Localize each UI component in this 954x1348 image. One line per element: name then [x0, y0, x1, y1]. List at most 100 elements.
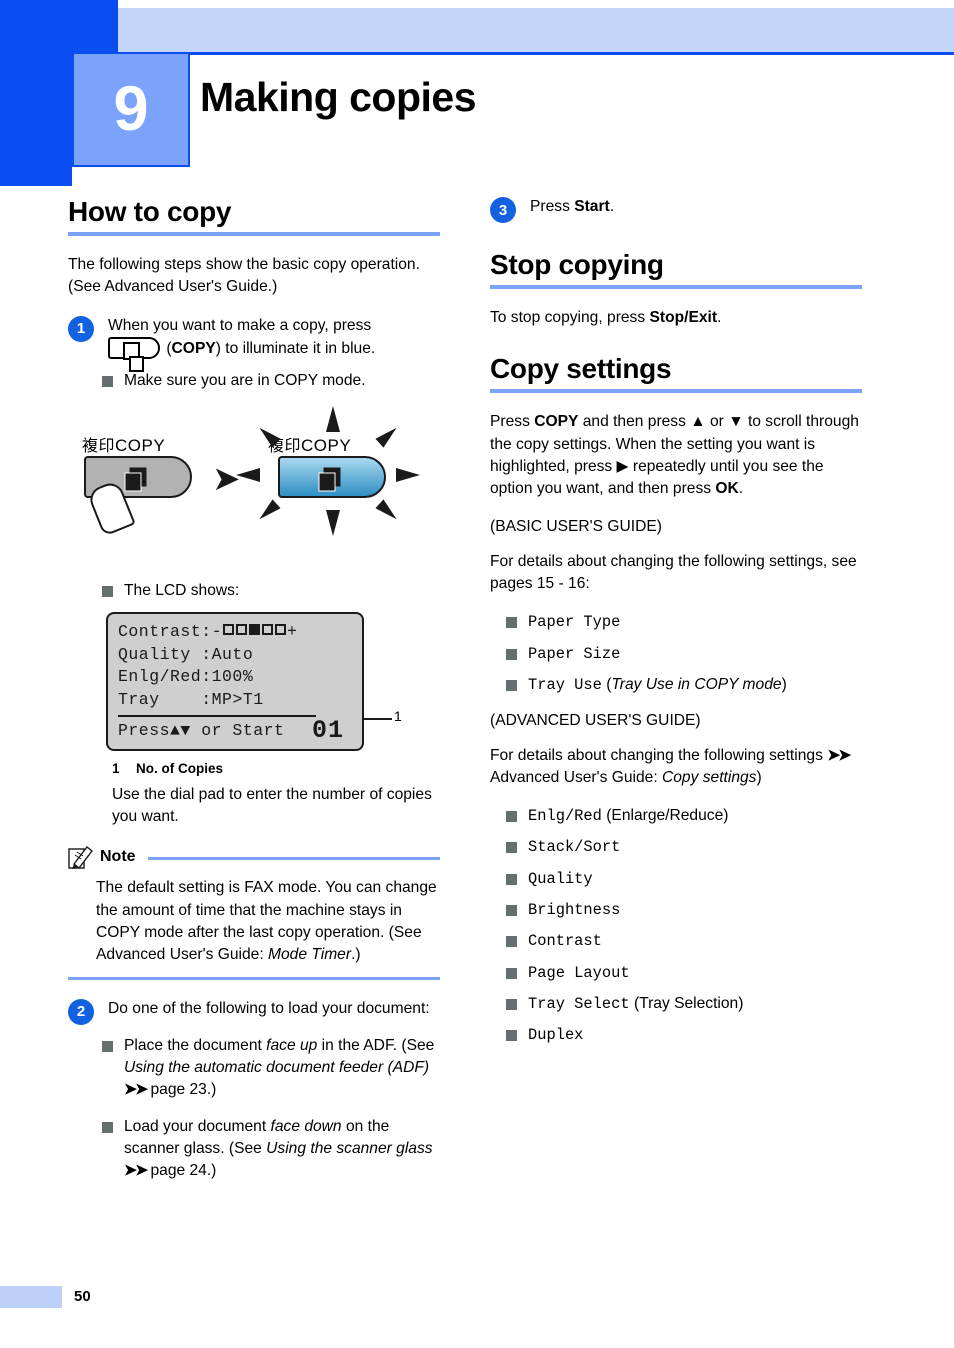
chapter-number: 9 — [113, 74, 149, 144]
step-1-text-before: When you want to make a copy, press — [108, 316, 372, 334]
advanced-item-text: Contrast — [528, 930, 862, 952]
adf-i1: face up — [266, 1036, 318, 1054]
figure-caption: 1 No. of Copies — [112, 761, 440, 776]
note-bottom-rule — [68, 977, 440, 980]
step-2: 2 Do one of the following to load your d… — [68, 998, 440, 1025]
square-bullet-icon — [506, 1030, 517, 1042]
contrast-box-filled — [249, 623, 261, 635]
header-light-band — [118, 8, 954, 52]
advanced-item-text: Tray Select (Tray Selection) — [528, 993, 862, 1015]
step-1: 1 When you want to make a copy, press (C… — [68, 315, 440, 372]
stop-body: To stop copying, press Stop/Exit. — [490, 307, 862, 329]
lcd-contrast-minus: - — [211, 621, 223, 641]
page-footer: 50 — [0, 1286, 954, 1310]
square-bullet-icon — [506, 936, 517, 948]
note-body: The default setting is FAX mode. You can… — [96, 877, 440, 966]
copy-button-active — [278, 456, 386, 499]
stop-bold: Stop/Exit — [649, 309, 718, 326]
contrast-box — [275, 623, 287, 635]
glow-ray-icon — [236, 468, 260, 483]
lcd-contrast-label: Contrast: — [118, 621, 212, 641]
step-3-badge: 3 — [490, 197, 516, 223]
note-title: Note — [100, 848, 136, 866]
right-column: 3 Press Start. Stop copying To stop copy… — [490, 196, 862, 1056]
contrast-box — [236, 623, 248, 635]
double-arrow-icon: ➤➤ — [827, 746, 851, 764]
basic-item-mono: Paper Size — [528, 644, 621, 663]
square-bullet-icon — [506, 648, 517, 660]
step-1-text-after: ) to illuminate it in blue. — [215, 339, 376, 357]
advanced-item-text: Enlg/Red (Enlarge/Reduce) — [528, 805, 862, 827]
advanced-item-mono: Brightness — [528, 901, 621, 920]
adv-italic: Copy settings — [662, 768, 757, 786]
advanced-item: Duplex — [490, 1024, 862, 1046]
basic-item: Paper Type — [490, 611, 862, 633]
step-3-text: Press Start. — [530, 196, 862, 223]
lcd-line-enlg-red: Enlg/Red:100% — [118, 667, 254, 687]
basic-item-mono: Tray Use — [528, 675, 602, 694]
figure-caption-number: 1 — [112, 760, 120, 776]
glow-ray-icon — [375, 423, 401, 449]
glow-ray-icon — [326, 510, 340, 537]
advanced-item-mono: Duplex — [528, 1026, 584, 1045]
callout-leader-line — [364, 717, 392, 720]
advanced-item-mono: Page Layout — [528, 963, 630, 982]
adf-i2: Using the automatic document feeder (ADF… — [124, 1059, 430, 1077]
basic-item-paren-close: ) — [781, 675, 787, 693]
step-2-bullet-adf: Place the document face up in the ADF. (… — [68, 1035, 440, 1102]
document-icon — [124, 467, 147, 492]
heading-copy-settings: Copy settings — [490, 353, 672, 385]
square-bullet-icon — [506, 873, 517, 885]
advanced-item-plain: (Tray Selection) — [629, 994, 744, 1012]
glass-a: Load your document — [124, 1117, 271, 1135]
caption-body: Use the dial pad to enter the number of … — [112, 785, 432, 825]
cs-a: Press — [490, 413, 535, 431]
glow-ray-icon — [396, 468, 420, 483]
callout-number: 1 — [394, 707, 402, 724]
adv-c: ) — [756, 768, 762, 786]
glow-ray-icon — [255, 499, 281, 525]
lcd-line-quality: Quality :Auto — [118, 644, 254, 664]
figure-right-label: 複印COPY — [268, 432, 351, 456]
advanced-item-text: Brightness — [528, 899, 862, 921]
glass-i1: face down — [270, 1117, 342, 1135]
advanced-item-mono: Tray Select — [528, 994, 630, 1013]
lcd-intro-bullet: The LCD shows: — [68, 580, 440, 602]
lcd-contrast-plus: + — [287, 621, 298, 641]
adf-c: page 23.) — [146, 1081, 217, 1099]
page-title: Making copies — [200, 74, 477, 120]
step-2-bullet-adf-text: Place the document face up in the ADF. (… — [124, 1035, 440, 1102]
advanced-item-mono: Quality — [528, 869, 593, 888]
pencil-note-svg — [68, 846, 93, 870]
stop-after: . — [717, 309, 722, 326]
basic-item-text: Paper Type — [528, 611, 862, 633]
square-bullet-icon — [102, 1121, 113, 1133]
advanced-item-text: Page Layout — [528, 962, 862, 984]
advanced-guide-intro: For details about changing the following… — [490, 745, 862, 790]
heading-stop-copying: Stop copying — [490, 249, 664, 280]
note-body-part2: .) — [351, 946, 361, 964]
lcd-line-tray: Tray :MP>T1 — [118, 690, 264, 710]
figure-left-label: 複印COPY — [82, 432, 165, 456]
note-box: Note The default setting is FAX mode. Yo… — [68, 844, 440, 980]
advanced-item: Page Layout — [490, 962, 862, 984]
adf-b: in the ADF. (See — [317, 1036, 435, 1054]
pencil-note-icon — [68, 844, 94, 870]
cs-c: . — [738, 480, 744, 498]
advanced-item: Stack/Sort — [490, 836, 862, 858]
advanced-item: Tray Select (Tray Selection) — [490, 993, 862, 1015]
copy-key-icon — [108, 336, 160, 372]
square-bullet-icon — [506, 811, 517, 823]
adv-a: For details about changing the following… — [490, 746, 828, 764]
adv-b: Advanced User's Guide: — [490, 768, 662, 786]
advanced-item: Contrast — [490, 930, 862, 952]
advanced-item-text: Duplex — [528, 1024, 862, 1046]
header-dark-block-lower — [0, 130, 72, 186]
page-number: 50 — [74, 1288, 91, 1305]
chapter-header: 9 Making copies — [0, 0, 954, 190]
copy-button-figure: 複印COPY ➤ 複印COPY — [76, 404, 436, 566]
glass-c: page 24.) — [146, 1162, 217, 1180]
contrast-box — [223, 623, 235, 635]
step-1-key-label: COPY — [171, 339, 216, 357]
step-2-bullet-glass: Load your document face down on the scan… — [68, 1116, 440, 1183]
